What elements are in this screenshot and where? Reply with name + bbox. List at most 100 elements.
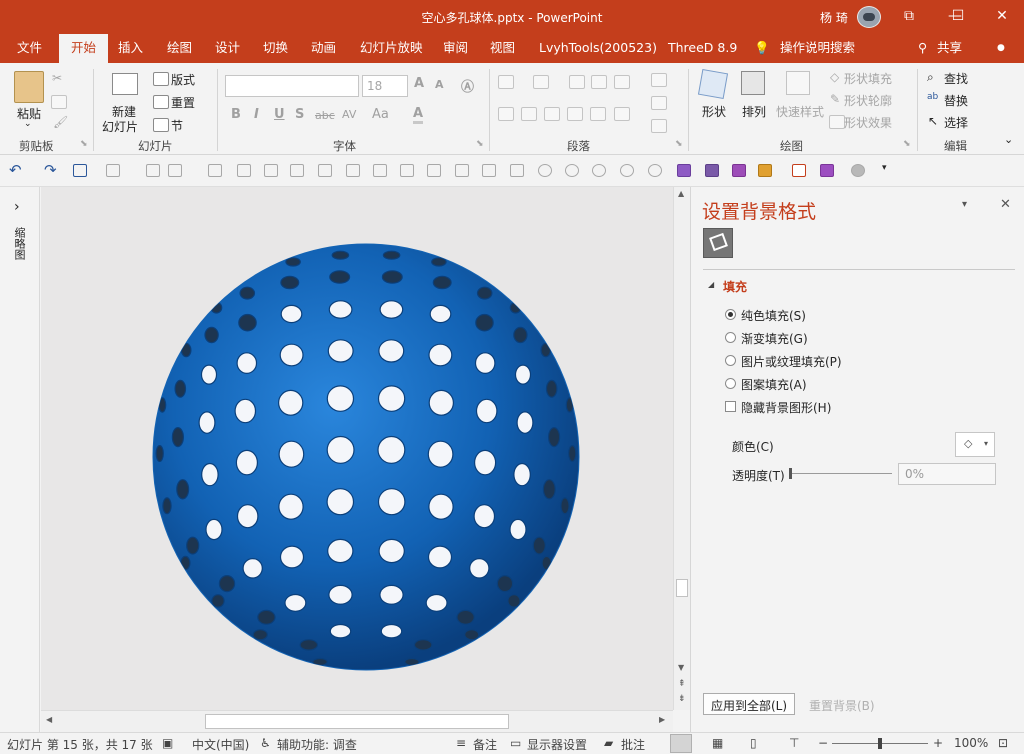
tab-animations[interactable]: 动画 bbox=[311, 34, 336, 63]
align-right-icon[interactable] bbox=[544, 107, 560, 121]
avatar[interactable] bbox=[857, 6, 881, 28]
reset-button[interactable]: 重置 bbox=[171, 94, 195, 111]
horizontal-scroll-thumb[interactable] bbox=[205, 714, 509, 729]
tab-file[interactable]: 文件 bbox=[17, 34, 42, 63]
ungroup-icon[interactable] bbox=[373, 164, 387, 177]
underline-button[interactable]: U bbox=[274, 107, 285, 122]
select-button[interactable]: 选择 bbox=[944, 114, 968, 131]
tell-me-search[interactable]: 操作说明搜索 bbox=[780, 34, 855, 63]
send-backward-icon[interactable] bbox=[427, 164, 441, 177]
fill-icon[interactable] bbox=[820, 164, 834, 177]
cut-icon[interactable]: ✂ bbox=[52, 71, 62, 85]
next-slide-icon[interactable]: ⇟ bbox=[678, 694, 686, 704]
italic-button[interactable]: I bbox=[254, 107, 259, 122]
customize-qat-icon[interactable]: ▾ bbox=[882, 163, 887, 173]
addin-icon[interactable] bbox=[677, 164, 691, 177]
spell-check-icon[interactable]: ▣ bbox=[162, 736, 173, 750]
align-bottom-icon[interactable] bbox=[264, 164, 278, 177]
porous-sphere-image[interactable] bbox=[41, 187, 673, 710]
strikethrough-button[interactable]: abc bbox=[315, 109, 335, 122]
transparency-input[interactable]: 0% bbox=[898, 463, 996, 485]
char-spacing-button[interactable]: AV bbox=[342, 108, 356, 121]
align-text-icon[interactable] bbox=[651, 96, 667, 110]
user-name[interactable]: 杨 琦 bbox=[820, 9, 848, 26]
section-button[interactable]: 节 bbox=[171, 117, 183, 134]
intersect-icon[interactable] bbox=[620, 164, 634, 177]
zoom-in-icon[interactable]: + bbox=[933, 736, 943, 750]
share-chevron-icon[interactable]: ● bbox=[997, 34, 1005, 63]
undo-icon[interactable]: ↶ bbox=[9, 161, 22, 179]
pin-icon[interactable] bbox=[732, 164, 746, 177]
transparency-slider-track[interactable] bbox=[789, 473, 892, 474]
replace-button[interactable]: 替换 bbox=[944, 92, 968, 109]
rectangle-icon[interactable] bbox=[168, 164, 182, 177]
distribute-horizontal-icon[interactable] bbox=[290, 164, 304, 177]
crop-icon[interactable] bbox=[758, 164, 772, 177]
color-picker-button[interactable]: ◇ ▾ bbox=[955, 432, 995, 457]
notes-button[interactable]: 备注 bbox=[473, 736, 497, 753]
comments-button[interactable]: 批注 bbox=[621, 736, 645, 753]
distribute-icon[interactable] bbox=[590, 107, 606, 121]
circle-icon[interactable] bbox=[851, 164, 865, 177]
font-color-button[interactable]: A bbox=[413, 106, 424, 124]
font-size-combo[interactable]: 18 bbox=[362, 75, 408, 97]
comments-icon[interactable]: ▰ bbox=[604, 736, 613, 750]
redo-icon[interactable]: ↷ bbox=[44, 161, 57, 179]
solid-fill-radio[interactable] bbox=[725, 309, 736, 320]
smartart-icon[interactable] bbox=[651, 119, 667, 133]
arrange-button[interactable]: 排列 bbox=[742, 103, 766, 120]
zoom-out-icon[interactable]: − bbox=[818, 736, 828, 750]
group-icon[interactable] bbox=[346, 164, 360, 177]
accessibility-status[interactable]: 辅助功能: 调查 bbox=[277, 736, 357, 753]
collapse-section-icon[interactable]: ◢ bbox=[708, 280, 714, 289]
text-direction-icon[interactable] bbox=[651, 73, 667, 87]
shape-fill-icon[interactable]: ◇ bbox=[830, 70, 839, 84]
find-button[interactable]: 查找 bbox=[944, 70, 968, 87]
paragraph-launcher-icon[interactable]: ⬊ bbox=[675, 139, 683, 149]
picture-fill-label[interactable]: 图片或纹理填充(P) bbox=[741, 353, 842, 370]
paste-icon[interactable] bbox=[14, 71, 44, 103]
bullets-icon[interactable] bbox=[498, 75, 514, 89]
select-shape-icon[interactable] bbox=[106, 164, 120, 177]
tab-draw[interactable]: 绘图 bbox=[167, 34, 192, 63]
shapes-icon[interactable] bbox=[697, 68, 729, 100]
subtract-icon[interactable] bbox=[648, 164, 662, 177]
vertical-scrollbar[interactable]: ▲ ▼ ⇞ ⇟ bbox=[673, 187, 690, 710]
fit-to-window-icon[interactable]: ⊡ bbox=[998, 736, 1008, 750]
bold-button[interactable]: B bbox=[231, 107, 241, 122]
shape-outline-button[interactable]: 形状轮廓 bbox=[844, 92, 892, 109]
numbering-icon[interactable] bbox=[533, 75, 549, 89]
close-pane-icon[interactable]: ✕ bbox=[1000, 197, 1011, 212]
close-button[interactable]: ✕ bbox=[980, 0, 1024, 34]
replace-icon[interactable]: ab bbox=[927, 92, 938, 102]
maximize-icon[interactable]: ☐ bbox=[938, 0, 978, 34]
picture-fill-radio[interactable] bbox=[725, 355, 736, 366]
clipboard-launcher-icon[interactable]: ⬊ bbox=[80, 139, 88, 149]
change-case-button[interactable]: Aa bbox=[372, 107, 389, 122]
align-middle-icon[interactable] bbox=[237, 164, 251, 177]
shape-outline-icon[interactable]: ✎ bbox=[830, 92, 840, 106]
quick-styles-icon[interactable] bbox=[786, 71, 810, 95]
shrink-font-button[interactable]: A bbox=[435, 78, 444, 91]
pane-options-icon[interactable]: ▾ bbox=[962, 199, 967, 210]
tab-lvyhtools[interactable]: LvyhTools(200523) bbox=[539, 34, 657, 63]
distribute-vertical-icon[interactable] bbox=[318, 164, 332, 177]
increase-indent-icon[interactable] bbox=[591, 75, 607, 89]
previous-slide-icon[interactable]: ⇞ bbox=[678, 679, 686, 689]
shapes-button[interactable]: 形状 bbox=[702, 103, 726, 120]
horizontal-scrollbar[interactable]: ◀ ▶ bbox=[41, 710, 673, 732]
vertical-scroll-thumb[interactable] bbox=[676, 579, 688, 597]
copy-icon[interactable] bbox=[51, 95, 67, 109]
notes-icon[interactable]: ≡ bbox=[456, 736, 466, 750]
shape-effects-icon[interactable] bbox=[829, 115, 845, 129]
font-name-combo[interactable] bbox=[225, 75, 359, 97]
paste-chevron-icon[interactable]: ⌄ bbox=[24, 119, 32, 129]
tab-slideshow[interactable]: 幻灯片放映 bbox=[360, 34, 423, 63]
gradient-fill-radio[interactable] bbox=[725, 332, 736, 343]
layout-icon[interactable] bbox=[153, 72, 169, 86]
language-indicator[interactable]: 中文(中国) bbox=[192, 736, 249, 753]
hide-bg-graphics-label[interactable]: 隐藏背景图形(H) bbox=[741, 399, 831, 416]
tab-design[interactable]: 设计 bbox=[215, 34, 240, 63]
pattern-fill-radio[interactable] bbox=[725, 378, 736, 389]
rotate-icon[interactable] bbox=[482, 164, 496, 177]
